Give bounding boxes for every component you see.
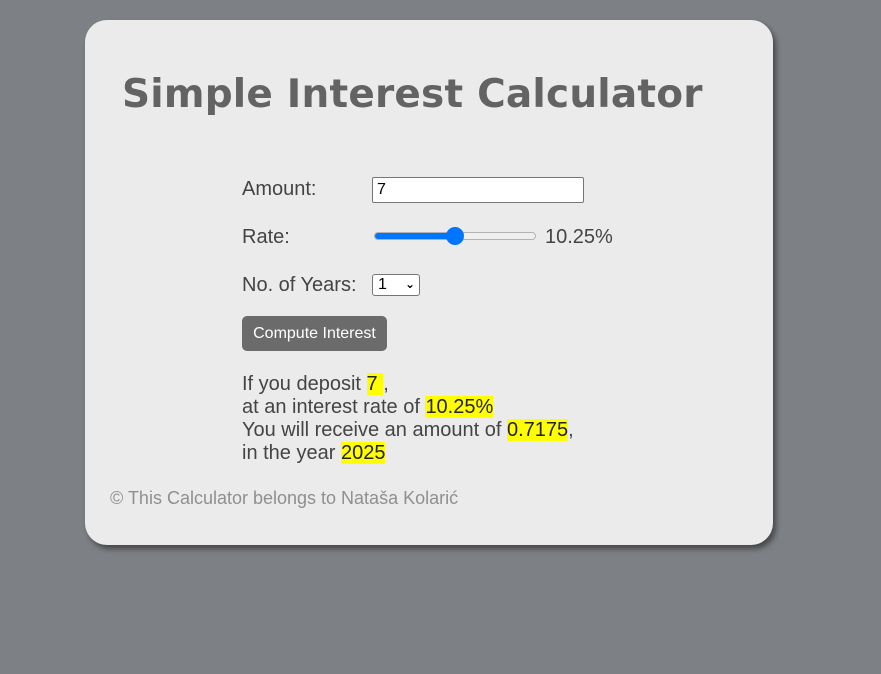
amount-input[interactable] [372,177,584,203]
rate-slider[interactable] [374,226,536,248]
compute-interest-button[interactable]: Compute Interest [242,316,387,351]
page-title: Simple Interest Calculator [122,72,703,117]
result-deposit-value: 7 [366,373,384,395]
rate-slider-fill [375,233,455,239]
result-deposit-line: If you deposit 7 , [242,373,574,396]
result-amount-prefix: You will receive an amount of [242,419,507,441]
result-text: If you deposit 7 , at an interest rate o… [242,373,574,465]
copyright-footer: © This Calculator belongs to Nataša Kola… [110,488,459,508]
result-year-prefix: in the year [242,442,341,464]
result-rate-prefix: at an interest rate of [242,396,426,418]
rate-label: Rate: [242,226,290,248]
result-deposit-prefix: If you deposit [242,373,367,395]
years-label: No. of Years: [242,274,357,296]
rate-slider-thumb[interactable] [446,227,464,245]
result-deposit-suffix: , [383,373,389,395]
result-amount-suffix: , [568,419,574,441]
years-select[interactable]: 1 ⌄ [372,274,420,296]
calculator-card: Simple Interest Calculator Amount: Rate:… [85,20,773,545]
years-selected-value: 1 [378,276,387,293]
result-rate-value: 10.25% [425,396,494,418]
result-year-line: in the year 2025 [242,442,574,465]
rate-value: 10.25% [545,226,613,248]
result-year-value: 2025 [340,442,386,464]
result-amount-value: 0.7175 [506,419,569,441]
amount-label: Amount: [242,178,317,200]
result-rate-line: at an interest rate of 10.25% [242,396,574,419]
chevron-down-icon: ⌄ [404,277,415,291]
result-amount-line: You will receive an amount of 0.7175, [242,419,574,442]
